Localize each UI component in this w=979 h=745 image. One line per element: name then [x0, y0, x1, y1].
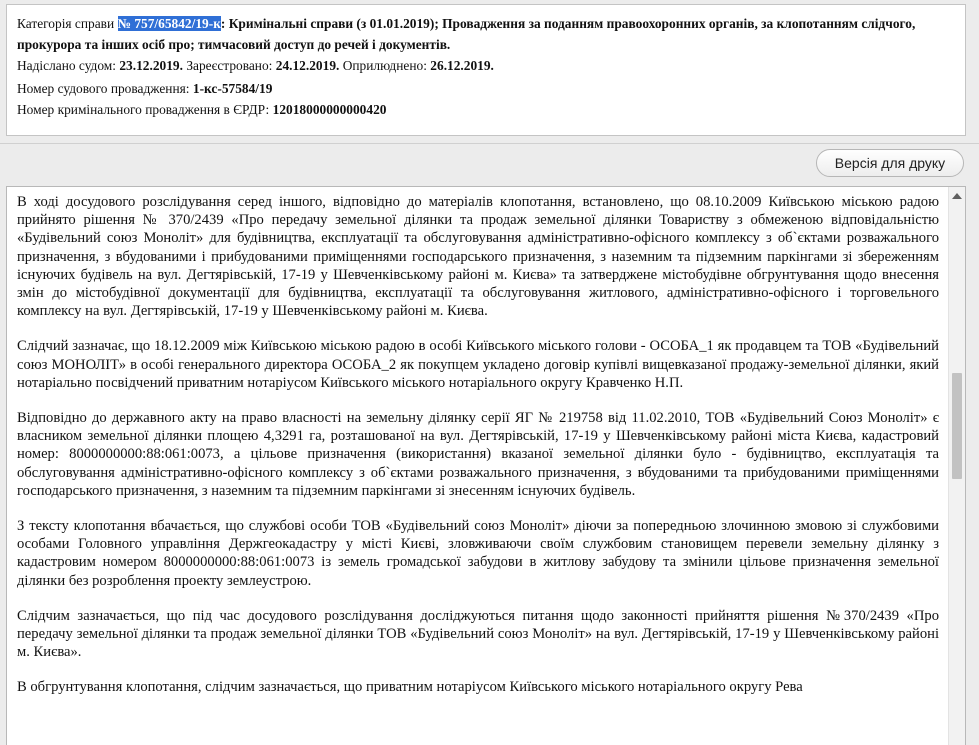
court-proceeding-label: Номер судового провадження: [17, 81, 190, 96]
court-proceeding-number: 1-кс-57584/19 [192, 81, 273, 96]
case-category-line: Категорія справи № 757/65842/19-к: Кримі… [17, 13, 955, 55]
document-paragraph: Відповідно до державного акту на право в… [17, 410, 939, 499]
document-paragraph: В ході досудового розслідування серед ін… [17, 194, 939, 320]
published-label: Оприлюднено: [342, 58, 427, 73]
court-decision-page: Категорія справи № 757/65842/19-к: Кримі… [0, 0, 979, 745]
case-info-panel: Категорія справи № 757/65842/19-к: Кримі… [6, 4, 966, 136]
sent-label: Надіслано судом: [17, 58, 116, 73]
dates-line: Надіслано судом: 23.12.2019. Зареєстрова… [17, 55, 955, 76]
erdr-label: Номер кримінального провадження в ЄРДР: [17, 102, 270, 117]
published-date: 26.12.2019. [430, 58, 494, 73]
section-divider [0, 143, 979, 144]
document-paragraph: З тексту клопотання вбачається, що служб… [17, 518, 939, 589]
scroll-thumb[interactable] [952, 373, 962, 479]
document-paragraph: Слідчий зазначає, що 18.12.2009 між Київ… [17, 338, 939, 391]
document-text: В ході досудового розслідування серед ін… [17, 193, 939, 714]
registered-label: Зареєстровано: [186, 58, 273, 73]
registered-date: 24.12.2019. [275, 58, 340, 73]
document-paragraph: В обгрунтування клопотання, слідчим зазн… [17, 679, 803, 696]
sent-date: 23.12.2019. [119, 58, 183, 73]
erdr-line: Номер кримінального провадження в ЄРДР: … [17, 99, 955, 120]
print-version-button[interactable]: Версія для друку [816, 149, 964, 177]
vertical-scrollbar[interactable] [948, 187, 965, 745]
court-proceeding-line: Номер судового провадження: 1-кс-57584/1… [17, 78, 955, 99]
document-paragraph: Слідчим зазначається, що під час досудов… [17, 607, 939, 661]
erdr-number: 12018000000000420 [272, 102, 387, 117]
scroll-up-arrow-icon[interactable] [952, 193, 962, 199]
document-frame[interactable]: В ході досудового розслідування серед ін… [6, 186, 966, 745]
category-label: Категорія справи [17, 16, 115, 31]
case-number[interactable]: № 757/65842/19-к [117, 16, 221, 31]
